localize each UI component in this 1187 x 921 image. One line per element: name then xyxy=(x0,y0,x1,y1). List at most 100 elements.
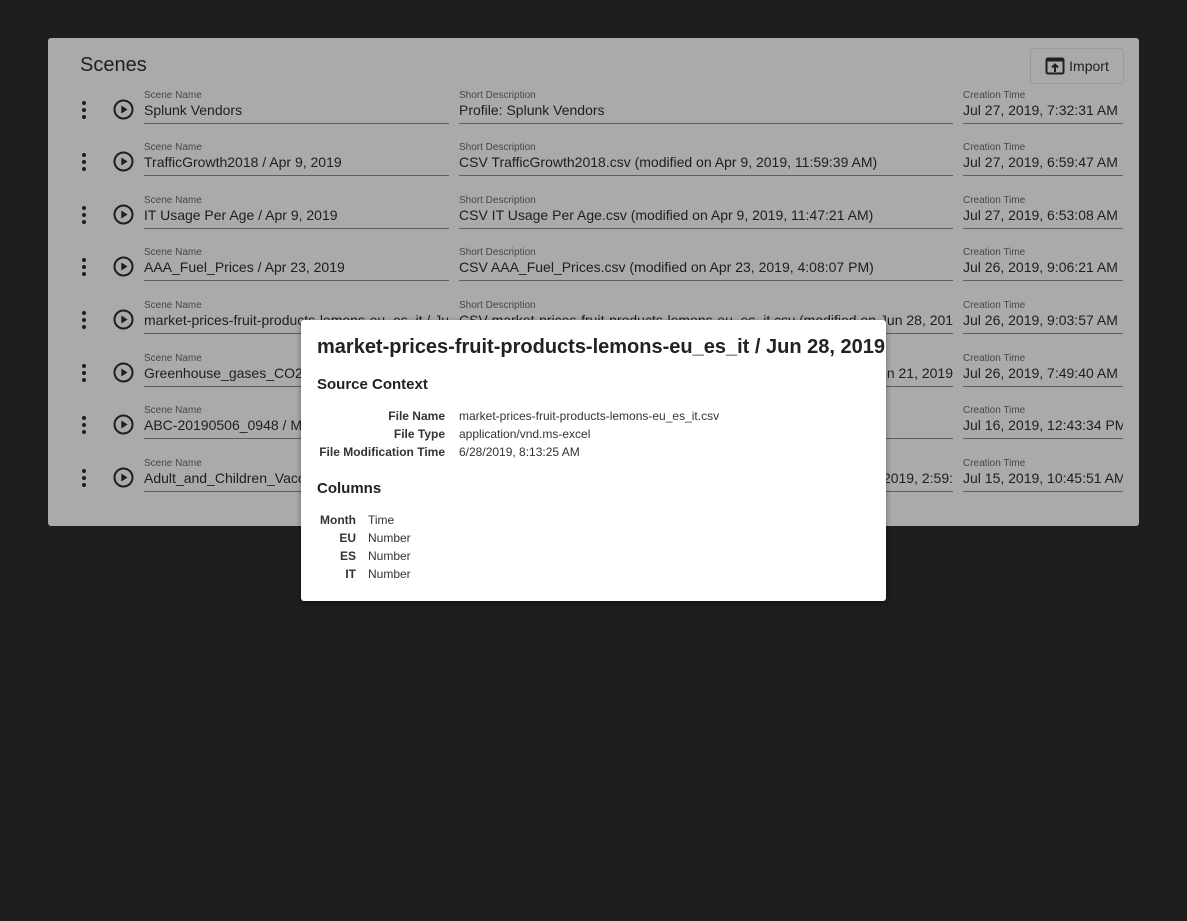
creation-time-field: Creation Time Jul 26, 2019, 7:49:40 AM xyxy=(963,353,1123,387)
play-circle-icon[interactable] xyxy=(113,414,134,435)
creation-time-value: Jul 26, 2019, 9:03:57 AM xyxy=(963,312,1118,328)
column-name: ES xyxy=(339,549,356,563)
column-row: EU Number xyxy=(301,531,886,549)
play-circle-icon[interactable] xyxy=(113,204,134,225)
creation-time-label: Creation Time xyxy=(963,90,1026,101)
play-circle-icon[interactable] xyxy=(113,256,134,277)
scene-info-dialog: market-prices-fruit-products-lemons-eu_e… xyxy=(301,320,886,601)
scene-name-label: Scene Name xyxy=(144,247,202,258)
play-circle-icon[interactable] xyxy=(113,309,134,330)
short-description-value: Profile: Splunk Vendors xyxy=(459,102,605,118)
short-description-label: Short Description xyxy=(459,300,536,311)
short-description-label: Short Description xyxy=(459,90,536,101)
more-vert-icon[interactable] xyxy=(79,100,89,120)
more-vert-icon[interactable] xyxy=(79,363,89,383)
column-name: Month xyxy=(320,513,356,527)
short-description-value: CSV AAA_Fuel_Prices.csv (modified on Apr… xyxy=(459,259,874,275)
column-type: Number xyxy=(368,531,411,545)
column-type: Number xyxy=(368,549,411,563)
scene-name-value: Greenhouse_gases_CO2_ xyxy=(144,365,311,381)
creation-time-field: Creation Time Jul 15, 2019, 10:45:51 AM xyxy=(963,458,1123,492)
creation-time-value: Jul 26, 2019, 7:49:40 AM xyxy=(963,365,1118,381)
creation-time-field: Creation Time Jul 27, 2019, 6:59:47 AM xyxy=(963,142,1123,176)
more-vert-icon[interactable] xyxy=(79,415,89,435)
scene-name-field[interactable]: Scene Name IT Usage Per Age / Apr 9, 2019 xyxy=(144,195,449,229)
creation-time-value: Jul 26, 2019, 9:06:21 AM xyxy=(963,259,1118,275)
short-description-value: un 21, 2019 xyxy=(879,365,953,381)
scene-name-label: Scene Name xyxy=(144,300,202,311)
column-name: EU xyxy=(339,531,356,545)
more-vert-icon[interactable] xyxy=(79,205,89,225)
import-button-label: Import xyxy=(1069,58,1109,74)
creation-time-label: Creation Time xyxy=(963,300,1026,311)
column-name: IT xyxy=(345,567,356,581)
creation-time-value: Jul 15, 2019, 10:45:51 AM xyxy=(963,470,1123,486)
scene-row: Scene Name IT Usage Per Age / Apr 9, 2019… xyxy=(48,195,1139,248)
scene-name-value: ABC-20190506_0948 / May xyxy=(144,417,317,433)
play-circle-icon[interactable] xyxy=(113,467,134,488)
short-description-value: CSV TrafficGrowth2018.csv (modified on A… xyxy=(459,154,878,170)
scene-name-label: Scene Name xyxy=(144,90,202,101)
play-circle-icon[interactable] xyxy=(113,362,134,383)
scene-name-value: Splunk Vendors xyxy=(144,102,243,118)
creation-time-field: Creation Time Jul 26, 2019, 9:03:57 AM xyxy=(963,300,1123,334)
creation-time-label: Creation Time xyxy=(963,142,1026,153)
creation-time-field: Creation Time Jul 27, 2019, 6:53:08 AM xyxy=(963,195,1123,229)
dialog-title: market-prices-fruit-products-lemons-eu_e… xyxy=(317,336,885,358)
import-button[interactable]: Import xyxy=(1030,48,1124,84)
short-description-field[interactable]: Short Description CSV IT Usage Per Age.cs… xyxy=(459,195,953,229)
short-description-field[interactable]: Short Description CSV TrafficGrowth2018.c… xyxy=(459,142,953,176)
column-row: IT Number xyxy=(301,567,886,585)
creation-time-field: Creation Time Jul 26, 2019, 9:06:21 AM xyxy=(963,247,1123,281)
source-key: File Type xyxy=(393,427,445,441)
source-key: File Name xyxy=(388,409,445,423)
play-circle-icon[interactable] xyxy=(113,151,134,172)
more-vert-icon[interactable] xyxy=(79,257,89,277)
scene-name-field[interactable]: Scene Name AAA_Fuel_Prices / Apr 23, 2019 xyxy=(144,247,449,281)
creation-time-label: Creation Time xyxy=(963,405,1026,416)
creation-time-label: Creation Time xyxy=(963,458,1026,469)
page-title: Scenes xyxy=(80,54,147,76)
source-key: File Modification Time xyxy=(319,445,445,459)
short-description-label: Short Description xyxy=(459,142,536,153)
source-value: market-prices-fruit-products-lemons-eu_e… xyxy=(459,409,720,423)
scene-name-value: IT Usage Per Age / Apr 9, 2019 xyxy=(144,207,338,223)
short-description-value: CSV IT Usage Per Age.csv (modified on Ap… xyxy=(459,207,874,223)
creation-time-label: Creation Time xyxy=(963,195,1026,206)
scene-name-label: Scene Name xyxy=(144,458,202,469)
creation-time-label: Creation Time xyxy=(963,247,1026,258)
creation-time-label: Creation Time xyxy=(963,353,1026,364)
scene-name-label: Scene Name xyxy=(144,405,202,416)
creation-time-value: Jul 16, 2019, 12:43:34 PM xyxy=(963,417,1123,433)
short-description-label: Short Description xyxy=(459,247,536,258)
scene-name-label: Scene Name xyxy=(144,142,202,153)
scene-row: Scene Name Splunk Vendors Short Descripti… xyxy=(48,90,1139,143)
import-icon xyxy=(1045,57,1065,75)
creation-time-value: Jul 27, 2019, 7:32:31 AM xyxy=(963,102,1118,118)
creation-time-value: Jul 27, 2019, 6:59:47 AM xyxy=(963,154,1118,170)
source-value: application/vnd.ms-excel xyxy=(459,427,591,441)
source-row: File Modification Time 6/28/2019, 8:13:2… xyxy=(301,445,886,463)
short-description-field[interactable]: Short Description CSV AAA_Fuel_Prices.csv… xyxy=(459,247,953,281)
column-row: ES Number xyxy=(301,549,886,567)
scene-name-label: Scene Name xyxy=(144,353,202,364)
source-context-heading: Source Context xyxy=(317,376,428,393)
column-type: Time xyxy=(368,513,395,527)
scene-name-field[interactable]: Scene Name TrafficGrowth2018 / Apr 9, 201… xyxy=(144,142,449,176)
more-vert-icon[interactable] xyxy=(79,310,89,330)
column-row: Month Time xyxy=(301,513,886,531)
short-description-field[interactable]: Short Description Profile: Splunk Vendors xyxy=(459,90,953,124)
source-row: File Name market-prices-fruit-products-l… xyxy=(301,409,886,427)
creation-time-value: Jul 27, 2019, 6:53:08 AM xyxy=(963,207,1118,223)
creation-time-field: Creation Time Jul 27, 2019, 7:32:31 AM xyxy=(963,90,1123,124)
short-description-label: Short Description xyxy=(459,195,536,206)
scene-name-field[interactable]: Scene Name Splunk Vendors xyxy=(144,90,449,124)
scene-name-value: Adult_and_Children_Vaccir xyxy=(144,470,313,486)
source-row: File Type application/vnd.ms-excel xyxy=(301,427,886,445)
more-vert-icon[interactable] xyxy=(79,468,89,488)
more-vert-icon[interactable] xyxy=(79,152,89,172)
creation-time-field: Creation Time Jul 16, 2019, 12:43:34 PM xyxy=(963,405,1123,439)
source-value: 6/28/2019, 8:13:25 AM xyxy=(459,445,580,459)
short-description-value: 2019, 2:59: xyxy=(882,470,953,486)
play-circle-icon[interactable] xyxy=(113,99,134,120)
